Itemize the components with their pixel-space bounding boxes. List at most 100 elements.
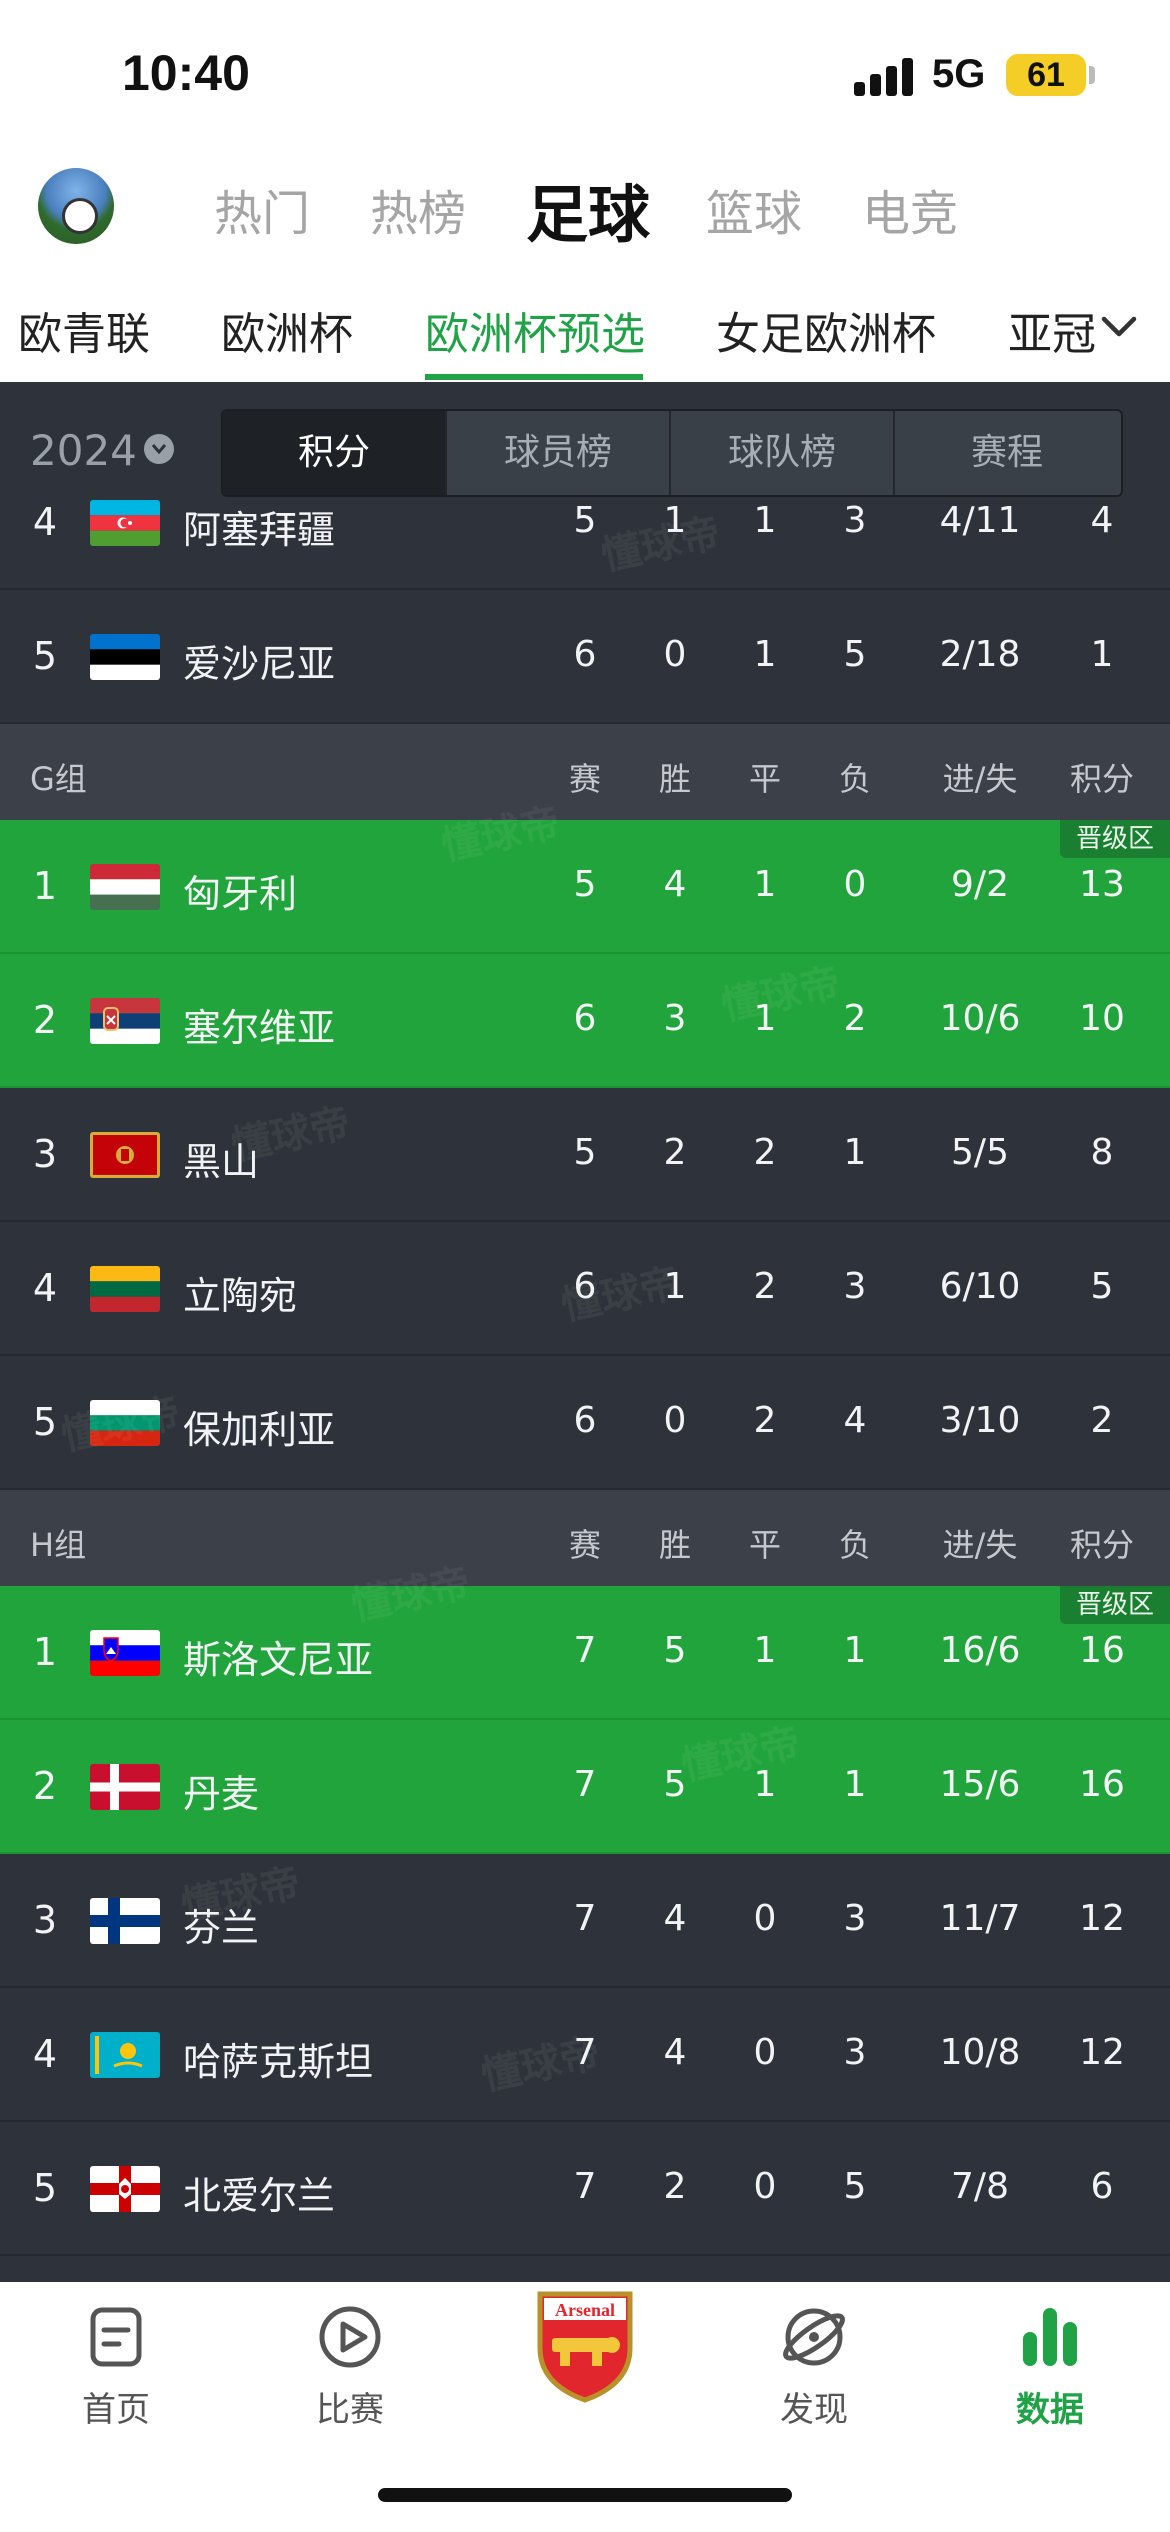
team-points: 2 [1090,1400,1114,1441]
team-rank: 5 [32,634,58,678]
team-name: 北爱尔兰 [183,2174,336,2218]
kazakhstan-flag-icon [90,2032,160,2078]
table-row[interactable]: 1 斯洛文尼亚 7 5 1 1 16/6 16 晋级区 [0,1586,1170,1720]
lithuania-flag-icon [90,1266,160,1312]
team-rank: 4 [32,1266,58,1310]
team-rank: 5 [32,1400,58,1444]
table-row[interactable]: 1 匈牙利 5 4 1 0 9/2 13 晋级区 [0,820,1170,954]
team-points: 5 [1090,1266,1114,1307]
group-name: G组 [30,760,87,798]
nav-data[interactable]: 数据 [970,2302,1130,2431]
col-points: 积分 [1069,1526,1134,1564]
tab-afc-champions[interactable]: 亚冠 [1008,298,1096,362]
col-lost: 负 [838,1526,871,1564]
goals-for-against: 15/6 [939,1764,1021,1805]
table-row[interactable]: 3 黑山 5 2 2 1 5/5 8 [0,1088,1170,1222]
team-name: 保加利亚 [183,1408,336,1452]
team-name: 黑山 [183,1140,260,1184]
matches-drawn: 0 [753,1898,777,1939]
matches-drawn: 2 [753,1400,777,1441]
denmark-flag-icon [90,1764,160,1810]
nav-home[interactable]: 首页 [36,2302,196,2431]
table-row[interactable]: 2 丹麦 7 5 1 1 15/6 16 [0,1720,1170,1854]
tab-euro[interactable]: 欧洲杯 [221,298,353,362]
home-indicator [378,2488,792,2502]
matches-lost: 2 [843,998,867,1039]
matches-lost: 3 [843,1898,867,1939]
goals-for-against: 10/8 [939,2032,1021,2073]
matches-won: 2 [663,2166,687,2207]
estonia-flag-icon [90,634,160,680]
col-played: 赛 [568,760,601,798]
matches-drawn: 2 [753,1132,777,1173]
tab-basketball[interactable]: 篮球 [706,174,802,244]
nav-discover-label: 发现 [780,2390,848,2430]
team-rank: 2 [32,1764,58,1808]
battery-icon: 61 [1006,54,1086,96]
matches-drawn: 1 [753,634,777,675]
team-points: 12 [1079,1898,1125,1939]
matches-played: 7 [573,1898,597,1939]
play-icon [319,2306,381,2368]
group-header: H组 赛 胜 平 负 进/失 积分 [0,1490,1170,1586]
nav-arsenal[interactable]: Arsenal [505,2286,665,2410]
northern-ireland-flag-icon [90,2166,160,2212]
team-points: 1 [1090,634,1114,675]
active-tab-underline [425,374,643,380]
matches-won: 2 [663,1132,687,1173]
matches-won: 1 [663,1266,687,1307]
montenegro-flag-icon [90,1132,160,1178]
chevron-down-icon[interactable] [1094,302,1144,352]
tab-euro-qualifiers[interactable]: 欧洲杯预选 [425,298,645,362]
table-row[interactable]: 4 阿塞拜疆 5 1 1 3 4/11 4 [0,456,1170,590]
matches-played: 7 [573,2032,597,2073]
matches-played: 6 [573,1266,597,1307]
matches-played: 7 [573,1764,597,1805]
table-row[interactable]: 5 保加利亚 6 0 2 4 3/10 2 [0,1356,1170,1490]
network-type: 5G [932,52,986,96]
signal-icon [854,56,916,96]
team-rank: 5 [32,2166,58,2210]
matches-won: 4 [663,1898,687,1939]
matches-played: 6 [573,634,597,675]
home-doc-icon [90,2307,142,2367]
matches-won: 5 [663,1630,687,1671]
tab-women-euro[interactable]: 女足欧洲杯 [716,298,936,362]
matches-played: 5 [573,864,597,905]
table-row[interactable]: 4 立陶宛 6 1 2 3 6/10 5 [0,1222,1170,1356]
tab-trending[interactable]: 热榜 [370,174,466,244]
matches-lost: 1 [843,1630,867,1671]
battery-tip [1089,66,1095,84]
promotion-zone-badge: 晋级区 [1060,1586,1170,1624]
discover-planet-icon [783,2308,845,2366]
table-row[interactable]: 5 爱沙尼亚 6 0 1 5 2/18 1 [0,590,1170,724]
nav-discover[interactable]: 发现 [734,2302,894,2431]
matches-won: 0 [663,634,687,675]
tab-uefa-youth[interactable]: 欧青联 [18,298,150,362]
matches-lost: 1 [843,1764,867,1805]
matches-played: 6 [573,1400,597,1441]
table-row[interactable]: 2 塞尔维亚 6 3 1 2 10/6 10 [0,954,1170,1088]
table-row[interactable]: 5 北爱尔兰 7 2 0 5 7/8 6 [0,2122,1170,2256]
col-points: 积分 [1069,760,1134,798]
col-won: 胜 [658,760,691,798]
team-points: 16 [1079,1630,1125,1671]
team-name: 塞尔维亚 [183,1006,336,1050]
status-bar: 10:40 5G 61 [0,0,1170,150]
tab-esports[interactable]: 电竞 [862,174,958,244]
col-goals: 进/失 [942,760,1018,798]
matches-lost: 4 [843,1400,867,1441]
nav-matches[interactable]: 比赛 [270,2302,430,2431]
table-row[interactable]: 3 芬兰 7 4 0 3 11/7 12 [0,1854,1170,1988]
table-row[interactable]: 4 哈萨克斯坦 7 4 0 3 10/8 12 [0,1988,1170,2122]
team-rank: 3 [32,1898,58,1942]
matches-drawn: 1 [753,1630,777,1671]
matches-played: 5 [573,1132,597,1173]
col-drawn: 平 [748,760,781,798]
matches-drawn: 1 [753,500,777,541]
matches-lost: 3 [843,500,867,541]
tab-hot[interactable]: 热门 [214,174,310,244]
team-name: 阿塞拜疆 [183,508,336,552]
tab-football[interactable]: 足球 [526,164,650,254]
promotion-zone-badge: 晋级区 [1060,820,1170,858]
